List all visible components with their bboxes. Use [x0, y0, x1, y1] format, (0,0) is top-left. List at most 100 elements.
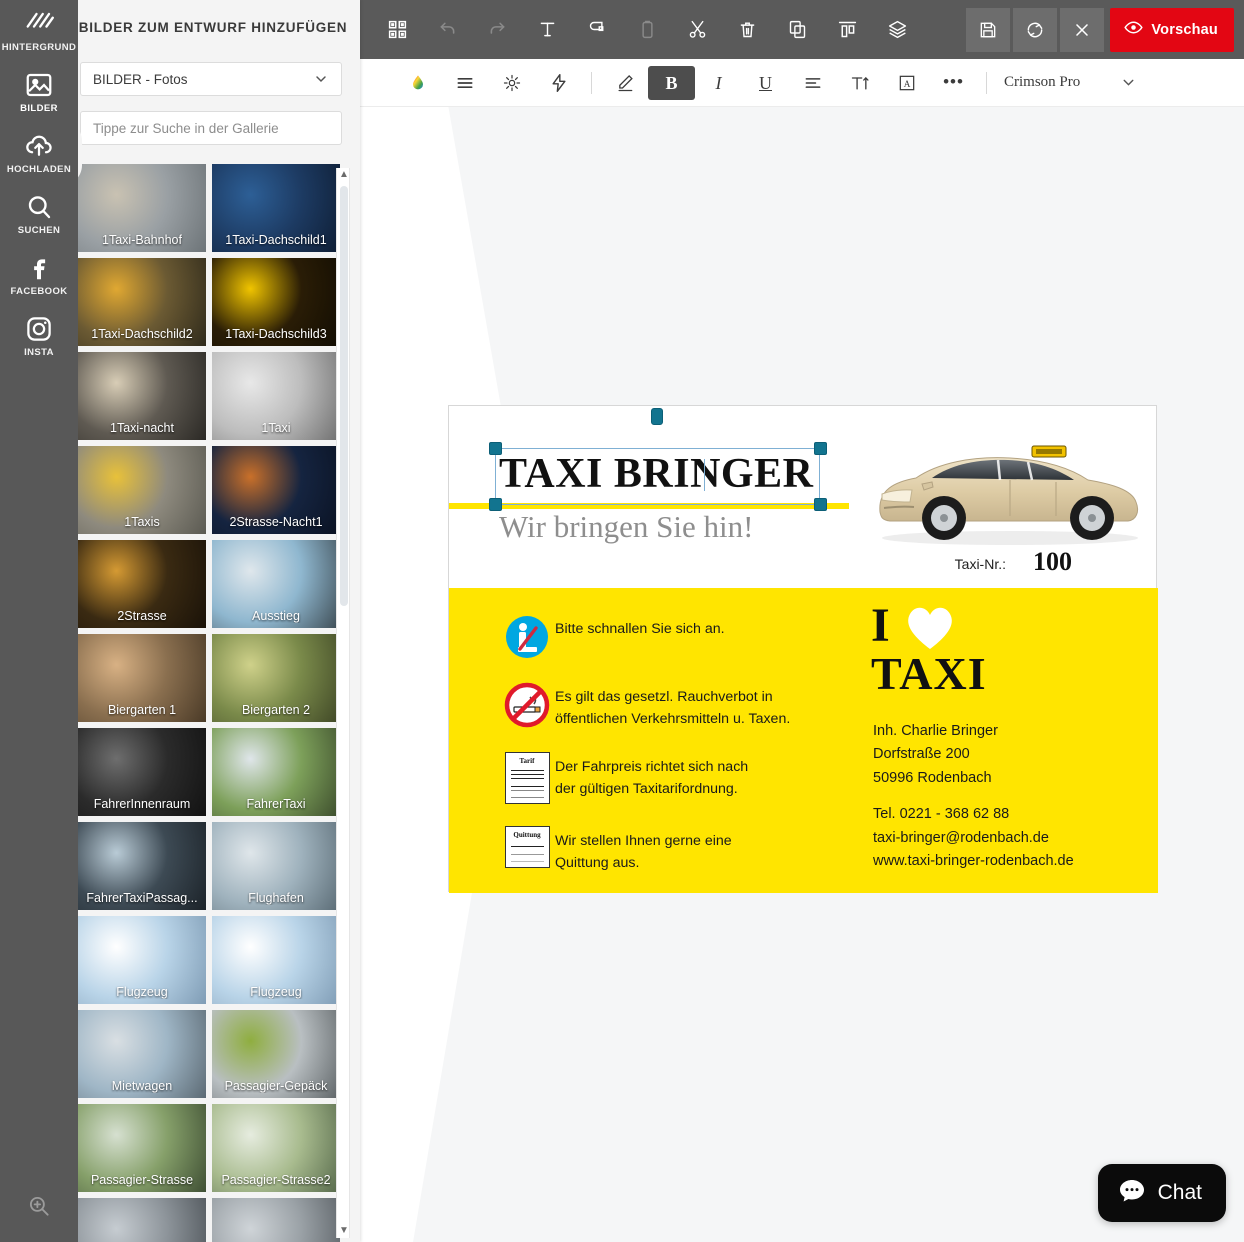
gallery-thumbnail[interactable]: Mietwagen [78, 1010, 206, 1098]
text-frame-icon[interactable]: A [883, 66, 930, 100]
more-options-icon[interactable]: ••• [930, 66, 977, 100]
gallery-thumbnail[interactable]: Biergarten 1 [78, 634, 206, 722]
gallery-category-select[interactable]: BILDER - Fotos [80, 62, 342, 96]
sidebar-item-bilder[interactable]: BILDER [0, 61, 78, 122]
gallery-thumbnail[interactable]: 1Taxi-Dachschild1 [212, 164, 340, 252]
thumbnail-caption: 1Taxi-Dachschild3 [225, 327, 327, 341]
align-left-icon[interactable] [789, 66, 836, 100]
preview-button[interactable]: Vorschau [1110, 7, 1234, 52]
flyer-subtitle[interactable]: Wir bringen Sie hin! [499, 509, 753, 545]
gallery-thumbnail[interactable] [212, 1198, 340, 1242]
gallery-thumbnail[interactable] [78, 1198, 206, 1242]
gallery-thumbnail[interactable]: 2Strasse-Nacht1 [212, 446, 340, 534]
color-droplet-icon[interactable] [394, 66, 441, 100]
notice-seatbelt: Bitte schnallen Sie sich an. [499, 614, 839, 660]
gallery-thumbnail[interactable]: 1Taxi-Dachschild2 [78, 258, 206, 346]
brightness-icon[interactable] [488, 66, 535, 100]
resize-handle-top-right[interactable] [814, 442, 827, 455]
chat-button[interactable]: Chat [1097, 1164, 1226, 1222]
font-size-icon[interactable] [836, 66, 883, 100]
search-icon [24, 192, 54, 222]
font-family-select[interactable]: Crimson Pro [1004, 74, 1137, 91]
resize-handle-top-left[interactable] [489, 442, 502, 455]
design-canvas-area[interactable]: TAXI BRINGER Wir bringen Sie hin! Taxi-N… [360, 107, 1244, 1242]
zoom-in-icon[interactable] [0, 1180, 78, 1232]
refresh-icon[interactable] [1013, 7, 1058, 52]
gallery-search-field[interactable] [80, 111, 342, 145]
layers-icon[interactable] [872, 8, 922, 52]
flyer-title[interactable]: TAXI BRINGER [499, 450, 813, 498]
gallery-scrollbar[interactable]: ▲ ▼ [336, 168, 350, 1238]
save-icon[interactable] [966, 7, 1011, 52]
tarif-doc-icon: Tarif [499, 752, 555, 804]
search-input[interactable] [93, 120, 329, 136]
gallery-thumbnail[interactable]: Passagier-Gepäck [212, 1010, 340, 1098]
format-toolbar: B I U A ••• Crimson Pro [360, 59, 1244, 107]
gallery-thumbnail[interactable]: Flughafen [212, 822, 340, 910]
gallery-category-value: BILDER - Fotos [93, 71, 188, 87]
gallery-thumbnail[interactable]: Passagier-Strasse2 [212, 1104, 340, 1192]
undo-icon[interactable] [422, 8, 472, 52]
thumbnail-caption: 1Taxis [124, 515, 160, 529]
chevron-up-icon[interactable]: ▲ [337, 168, 351, 182]
gallery-thumbnail[interactable]: FahrerInnenraum [78, 728, 206, 816]
underline-label: U [759, 72, 772, 93]
chevron-down-icon [1120, 74, 1137, 91]
scrollbar-thumb[interactable] [340, 186, 348, 606]
pen-icon[interactable] [601, 66, 648, 100]
receipt-doc-label: Quittung [513, 831, 541, 839]
gallery-thumbnail[interactable]: 1Taxi-nacht [78, 352, 206, 440]
flyer-yellow-band: Bitte schnallen Sie sich an. Es gilt das… [449, 588, 1158, 893]
gallery-thumbnail[interactable]: 1Taxi-Dachschild3 [212, 258, 340, 346]
sidebar-item-facebook[interactable]: FACEBOOK [0, 244, 78, 305]
resize-handle-bottom-left[interactable] [489, 498, 502, 511]
flyer-design[interactable]: TAXI BRINGER Wir bringen Sie hin! Taxi-N… [448, 405, 1158, 893]
gallery-thumbnail[interactable]: Passagier-Strasse [78, 1104, 206, 1192]
thumbnail-caption: Flugzeug [116, 985, 168, 999]
thumbnail-image [212, 1198, 340, 1242]
redo-icon[interactable] [472, 8, 522, 52]
gallery-thumbnail[interactable]: 1Taxi-Bahnhof [78, 164, 206, 252]
sidebar-item-hochladen[interactable]: HOCHLADEN [0, 122, 78, 183]
text-icon[interactable] [522, 8, 572, 52]
rotate-handle[interactable] [651, 408, 663, 425]
taxi-photo[interactable] [860, 428, 1150, 550]
gallery-thumbnail[interactable]: Flugzeug [78, 916, 206, 1004]
shape-icon[interactable] [572, 8, 622, 52]
taxi-number-value[interactable]: 100 [1033, 547, 1072, 577]
qr-code-icon[interactable] [372, 8, 422, 52]
seatbelt-icon [499, 614, 555, 660]
gallery-thumbnail[interactable]: Ausstieg [212, 540, 340, 628]
toolbar-divider-2 [986, 71, 987, 94]
thumbnail-caption: Mietwagen [111, 1079, 173, 1093]
contact-block: Inh. Charlie Bringer Dorfstraße 200 5099… [873, 720, 1074, 874]
resize-handle-bottom-right[interactable] [814, 498, 827, 511]
underline-icon[interactable]: U [742, 66, 789, 100]
copy-icon[interactable] [772, 8, 822, 52]
lines-icon[interactable] [441, 66, 488, 100]
gallery-thumbnail[interactable]: Flugzeug [212, 916, 340, 1004]
scissors-icon[interactable] [672, 8, 722, 52]
sidebar-item-hintergrund[interactable]: HINTERGRUND [0, 0, 78, 61]
gallery-thumbnail[interactable]: FahrerTaxiPassag... [78, 822, 206, 910]
gallery-thumbnail[interactable]: 2Strasse [78, 540, 206, 628]
bold-icon[interactable]: B [648, 65, 695, 100]
clipboard-icon[interactable] [622, 8, 672, 52]
close-icon[interactable] [1060, 7, 1105, 52]
chevron-down-icon[interactable]: ▼ [337, 1224, 351, 1238]
align-icon[interactable] [822, 8, 872, 52]
trash-icon[interactable] [722, 8, 772, 52]
gallery-thumbnail[interactable]: 1Taxi [212, 352, 340, 440]
gallery-thumbnail[interactable]: Biergarten 2 [212, 634, 340, 722]
thumbnail-caption: Passagier-Strasse [90, 1173, 194, 1187]
lightning-icon[interactable] [535, 66, 582, 100]
italic-icon[interactable]: I [695, 66, 742, 100]
gallery-thumbnail[interactable]: 1Taxis [78, 446, 206, 534]
thumbnail-caption: Flughafen [248, 891, 304, 905]
sidebar-item-suchen[interactable]: SUCHEN [0, 183, 78, 244]
instagram-icon [24, 314, 54, 344]
sidebar-item-insta[interactable]: INSTA [0, 305, 78, 366]
gallery-thumbnail[interactable]: FahrerTaxi [212, 728, 340, 816]
thumbnail-caption: Ausstieg [252, 609, 300, 623]
contact-street: Dorfstraße 200 [873, 746, 970, 763]
